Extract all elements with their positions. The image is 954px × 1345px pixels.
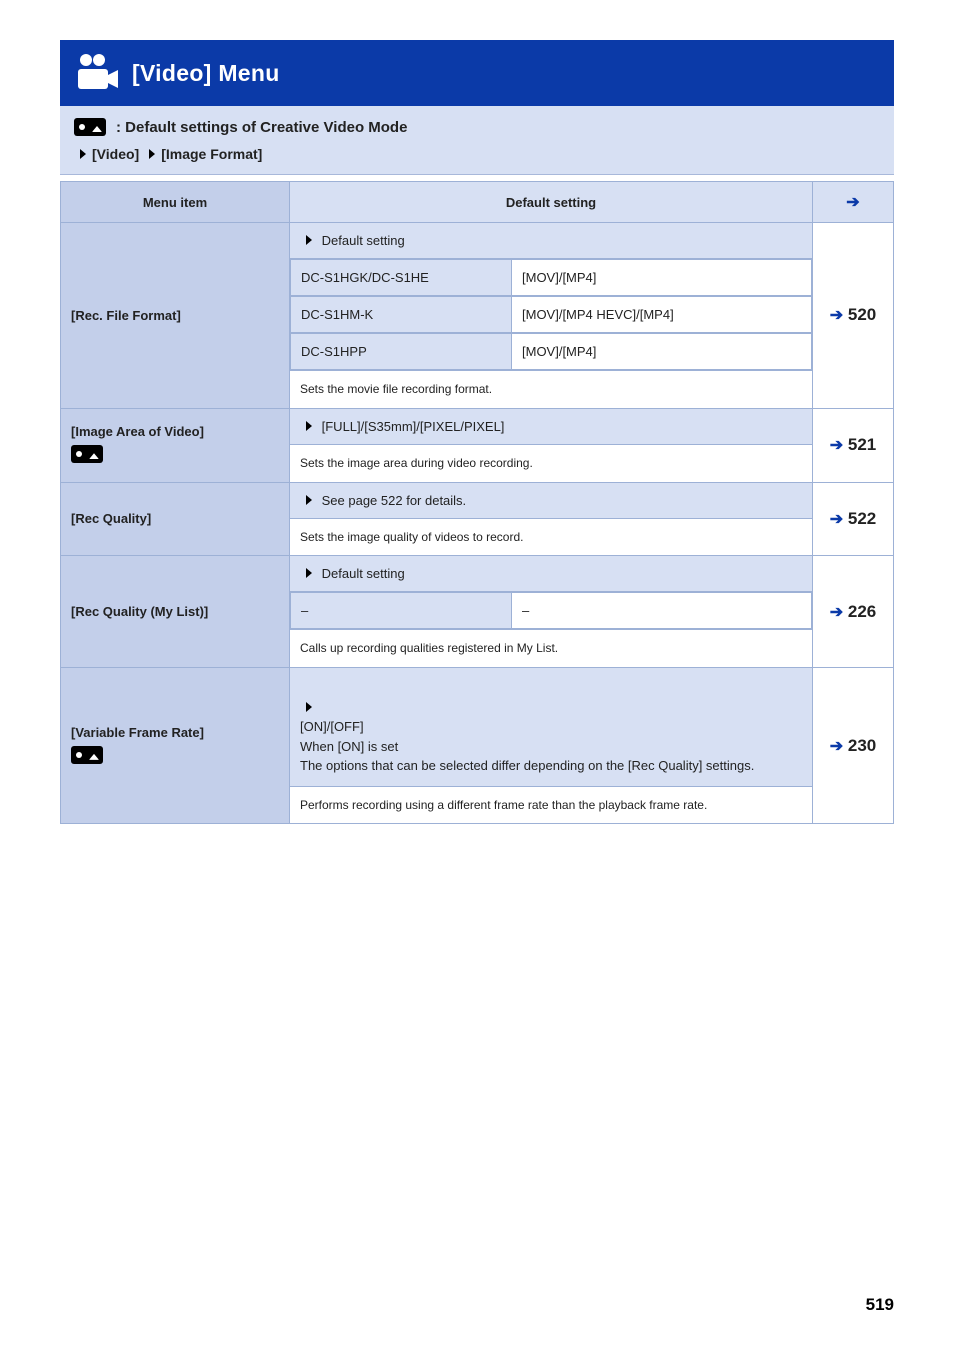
- video-menu-header: [Video] Menu: [60, 40, 894, 106]
- page-title: [Video] Menu: [132, 60, 280, 87]
- default-heading: [ON]/[OFF] When [ON] is set The options …: [290, 668, 813, 787]
- menu-item-name-text: [Image Area of Video]: [71, 424, 279, 439]
- arrow-right-icon: ➔: [846, 194, 859, 211]
- chevron-right-icon: [306, 568, 312, 578]
- default-model: –: [291, 593, 512, 629]
- chevron-right-icon: [306, 421, 312, 431]
- default-heading-label: Default setting: [322, 566, 405, 581]
- default-value: –: [512, 593, 812, 629]
- default-heading-label: See page 522 for details.: [322, 493, 467, 508]
- breadcrumb: [Video] [Image Format]: [74, 146, 880, 162]
- ref-cell[interactable]: ➔ 522: [813, 482, 894, 556]
- ref-page: 522: [848, 509, 876, 528]
- th-item: Menu item: [61, 182, 290, 223]
- arrow-right-icon: ➔: [830, 738, 843, 755]
- ref-page: 226: [848, 602, 876, 621]
- arrow-right-icon: ➔: [830, 307, 843, 324]
- default-model: DC-S1HGK/DC-S1HE: [291, 260, 512, 296]
- ref-cell[interactable]: ➔ 230: [813, 668, 894, 824]
- chevron-right-icon: [306, 702, 312, 712]
- menu-item-name: [Rec Quality]: [61, 482, 290, 556]
- ref-page: 520: [848, 305, 876, 324]
- mode-badge-icon: [71, 445, 103, 463]
- default-value: [MOV]/[MP4 HEVC]/[MP4]: [512, 297, 812, 333]
- default-heading-label: Default setting: [322, 233, 405, 248]
- chevron-right-icon: [306, 235, 312, 245]
- ref-cell[interactable]: ➔ 520: [813, 223, 894, 409]
- menu-item-desc: Performs recording using a different fra…: [290, 786, 813, 824]
- menu-item-name: [Image Area of Video]: [61, 408, 290, 482]
- menu-item-desc: Sets the image quality of videos to reco…: [290, 518, 813, 556]
- page-number: 519: [866, 1295, 894, 1315]
- arrow-right-icon: ➔: [830, 511, 843, 528]
- mode-badge-icon: [71, 746, 103, 764]
- breadcrumb-item: [Image Format]: [161, 146, 262, 162]
- ref-cell[interactable]: ➔ 521: [813, 408, 894, 482]
- default-value: [MOV]/[MP4]: [512, 334, 812, 370]
- chevron-right-icon: [149, 149, 155, 159]
- breadcrumb-item: [Video]: [92, 146, 139, 162]
- menu-item-name: [Rec Quality (My List)]: [61, 556, 290, 668]
- menu-item-name: [Rec. File Format]: [61, 223, 290, 409]
- default-heading: Default setting: [290, 223, 813, 259]
- menu-item-desc: Sets the movie file recording format.: [290, 371, 813, 409]
- default-heading-label: [ON]/[OFF] When [ON] is set The options …: [300, 719, 754, 773]
- th-default: Default setting: [290, 182, 813, 223]
- menu-items-table: Menu item Default setting ➔ [Rec. File F…: [60, 181, 894, 824]
- menu-item-desc: Sets the image area during video recordi…: [290, 444, 813, 482]
- intro-box: : Default settings of Creative Video Mod…: [60, 106, 894, 175]
- arrow-right-icon: ➔: [830, 437, 843, 454]
- menu-item-desc: Calls up recording qualities registered …: [290, 630, 813, 668]
- default-heading: Default setting: [290, 556, 813, 592]
- ref-cell[interactable]: ➔ 226: [813, 556, 894, 668]
- mode-label: : Default settings of Creative Video Mod…: [116, 119, 407, 136]
- default-heading-label: [FULL]/[S35mm]/[PIXEL/PIXEL]: [322, 419, 505, 434]
- th-ref: ➔: [813, 182, 894, 223]
- default-model: DC-S1HPP: [291, 334, 512, 370]
- default-heading: See page 522 for details.: [290, 482, 813, 518]
- ref-page: 521: [848, 435, 876, 454]
- chevron-right-icon: [80, 149, 86, 159]
- chevron-right-icon: [306, 495, 312, 505]
- mode-badge-icon: [74, 118, 106, 136]
- camcorder-icon: [74, 53, 120, 93]
- ref-page: 230: [848, 736, 876, 755]
- default-model: DC-S1HM-K: [291, 297, 512, 333]
- menu-item-name-text: [Variable Frame Rate]: [71, 725, 279, 740]
- default-value: [MOV]/[MP4]: [512, 260, 812, 296]
- arrow-right-icon: ➔: [830, 604, 843, 621]
- default-heading: [FULL]/[S35mm]/[PIXEL/PIXEL]: [290, 408, 813, 444]
- menu-item-name: [Variable Frame Rate]: [61, 668, 290, 824]
